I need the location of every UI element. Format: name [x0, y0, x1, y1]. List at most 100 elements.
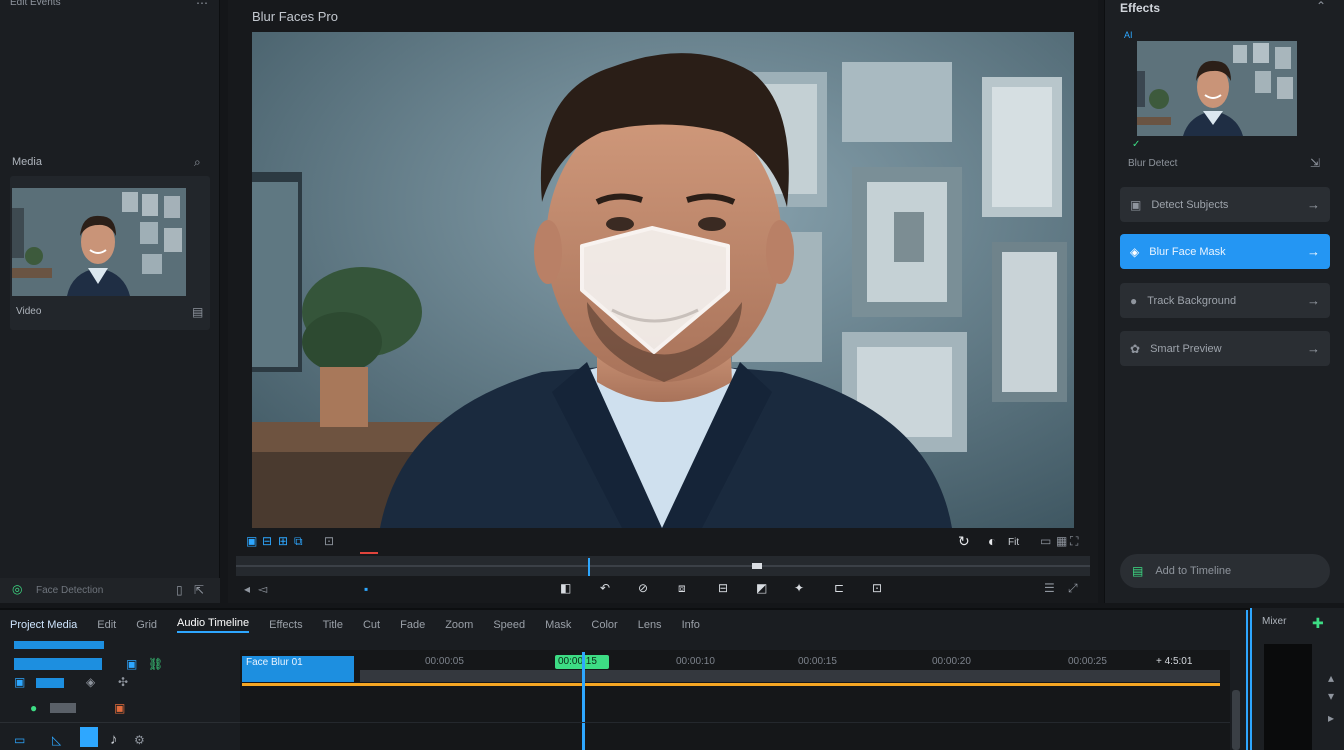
- video-track-clip[interactable]: [360, 670, 1220, 682]
- link-icon[interactable]: ⛓: [148, 658, 163, 670]
- mixer-add-icon[interactable]: ✚: [1312, 616, 1324, 630]
- mark-icon[interactable]: ▪: [364, 583, 368, 595]
- clip-thumbnail[interactable]: [12, 188, 186, 296]
- timeline-scrollbar[interactable]: [1232, 690, 1240, 750]
- tab-edit[interactable]: Edit: [97, 619, 116, 631]
- effect-label: Detect Subjects: [1151, 198, 1229, 211]
- track-divider: [0, 722, 240, 723]
- grid-icon[interactable]: ▣: [246, 535, 257, 547]
- tab-fade[interactable]: Fade: [400, 619, 425, 631]
- blur-detect-row[interactable]: Blur Detect ⇲: [1120, 152, 1330, 176]
- settings-icon[interactable]: ▯: [176, 584, 183, 596]
- frame-icon[interactable]: ⊡: [872, 582, 882, 594]
- face-detect-icon[interactable]: ◎: [12, 583, 22, 595]
- fullscreen-icon[interactable]: ⛶: [1070, 535, 1078, 547]
- effect-detect-subjects-button[interactable]: ▣ Detect Subjects →: [1120, 187, 1330, 222]
- track-icon: ●: [1130, 293, 1138, 308]
- undo-icon[interactable]: ↶: [600, 582, 610, 594]
- scrub-playhead[interactable]: [588, 558, 590, 576]
- layout-icon[interactable]: ⊞: [278, 535, 288, 547]
- clip-name: Video: [16, 306, 42, 317]
- mask-icon[interactable]: ⊘: [638, 582, 648, 594]
- volume-icon[interactable]: ◺: [52, 734, 61, 746]
- crop-icon[interactable]: ⧈: [678, 582, 686, 594]
- fx-icon[interactable]: ⚙: [134, 734, 145, 746]
- trim-icon[interactable]: ⊏: [834, 582, 844, 594]
- layers-icon[interactable]: ⧉: [294, 535, 303, 547]
- tab-color[interactable]: Color: [591, 619, 617, 631]
- tab-effects[interactable]: Effects: [269, 619, 302, 631]
- timeline-playhead[interactable]: [582, 652, 585, 750]
- ruler-mark: 00:00:05: [425, 656, 464, 667]
- scrub-track: [236, 565, 1090, 567]
- preview-icon: ✿: [1130, 341, 1141, 356]
- panel-menu-icon[interactable]: ⋯: [196, 0, 208, 9]
- tab-info[interactable]: Info: [682, 619, 700, 631]
- tab-grid[interactable]: Grid: [136, 619, 157, 631]
- audio-track-icon[interactable]: ●: [30, 702, 37, 714]
- speed-icon[interactable]: ◐: [988, 534, 996, 548]
- audio-icon[interactable]: ◅: [258, 583, 267, 595]
- effects-icon[interactable]: ✦: [794, 582, 804, 594]
- tab-audio-timeline[interactable]: Audio Timeline: [177, 617, 250, 633]
- safe-zone-icon[interactable]: ▦: [1056, 535, 1067, 547]
- mark-in-icon[interactable]: ◧: [560, 582, 571, 594]
- record-icon[interactable]: ▣: [114, 702, 125, 714]
- tab-speed[interactable]: Speed: [493, 619, 525, 631]
- effect-smart-preview-button[interactable]: ✿ Smart Preview →: [1120, 331, 1330, 366]
- audio-track-line[interactable]: [242, 683, 1220, 686]
- fullscreen-icon[interactable]: ⤢: [1068, 582, 1078, 594]
- track-divider: [240, 722, 1230, 723]
- video-preview[interactable]: [252, 32, 1074, 528]
- selected-track-button[interactable]: [80, 727, 98, 747]
- export-icon[interactable]: ⇱: [194, 584, 204, 596]
- mute-icon[interactable]: ✣: [118, 676, 128, 688]
- ruler-mark: 00:00:25: [1068, 656, 1107, 667]
- ruler-mark: 00:00:15: [798, 656, 837, 667]
- sticker-icon[interactable]: ◩: [756, 582, 767, 594]
- camera-icon[interactable]: ▣: [126, 658, 137, 670]
- prev-icon[interactable]: ◂: [244, 583, 250, 595]
- mic-icon[interactable]: ♪: [110, 732, 118, 747]
- left-top-label: Edit Events: [10, 0, 61, 8]
- aspect-icon[interactable]: ▭: [1040, 535, 1051, 547]
- arrow-right-icon: →: [1307, 341, 1320, 356]
- track-visibility-toggle[interactable]: [36, 678, 64, 688]
- tab-zoom[interactable]: Zoom: [445, 619, 473, 631]
- clip-options-icon[interactable]: ▤: [192, 306, 203, 318]
- scrub-marker[interactable]: [752, 563, 762, 569]
- effect-preview-thumbnail[interactable]: [1137, 41, 1297, 136]
- tab-title[interactable]: Title: [323, 619, 343, 631]
- tab-mask[interactable]: Mask: [545, 619, 571, 631]
- text-icon[interactable]: ⊟: [718, 582, 728, 594]
- meter-down-icon[interactable]: ▾: [1328, 690, 1334, 702]
- zoom-level[interactable]: Fit: [1008, 537, 1019, 548]
- tab-cut[interactable]: Cut: [363, 619, 380, 631]
- scrub-in-marker: [360, 552, 378, 554]
- effect-blur-face-mask-button[interactable]: ◈ Blur Face Mask →: [1120, 234, 1330, 269]
- track-lock-icon[interactable]: ▣: [14, 676, 25, 688]
- add-track-icon[interactable]: ▭: [14, 734, 25, 746]
- meter-up-icon[interactable]: ▴: [1328, 672, 1334, 684]
- split-icon[interactable]: ⊟: [262, 535, 272, 547]
- effect-track-background-button[interactable]: ● Track Background →: [1120, 283, 1330, 318]
- track-header-bar[interactable]: [14, 641, 104, 649]
- tab-project-media[interactable]: Project Media: [10, 619, 77, 631]
- collapse-icon[interactable]: ⌃: [1316, 0, 1326, 12]
- loop-icon[interactable]: ↻: [958, 534, 970, 548]
- add-to-timeline-button[interactable]: ▤ Add to Timeline: [1120, 554, 1330, 588]
- clip-label: Face Blur 01: [246, 657, 303, 668]
- video-track-toggle[interactable]: [14, 658, 102, 670]
- meter-mute-icon[interactable]: ▸: [1328, 712, 1334, 724]
- effect-label: Track Background: [1147, 294, 1237, 307]
- left-footer-label: Face Detection: [36, 585, 104, 596]
- audio-track-label: [50, 703, 76, 713]
- video-clip[interactable]: Face Blur 01: [242, 656, 354, 682]
- add-to-timeline-label: Add to Timeline: [1155, 565, 1232, 577]
- export-frame-icon[interactable]: ⊡: [324, 535, 334, 547]
- list-icon[interactable]: ☰: [1044, 582, 1055, 594]
- search-icon[interactable]: ⌕: [194, 156, 201, 168]
- expand-icon[interactable]: ⇲: [1310, 157, 1320, 169]
- eye-icon[interactable]: ◈: [86, 676, 95, 688]
- tab-lens[interactable]: Lens: [638, 619, 662, 631]
